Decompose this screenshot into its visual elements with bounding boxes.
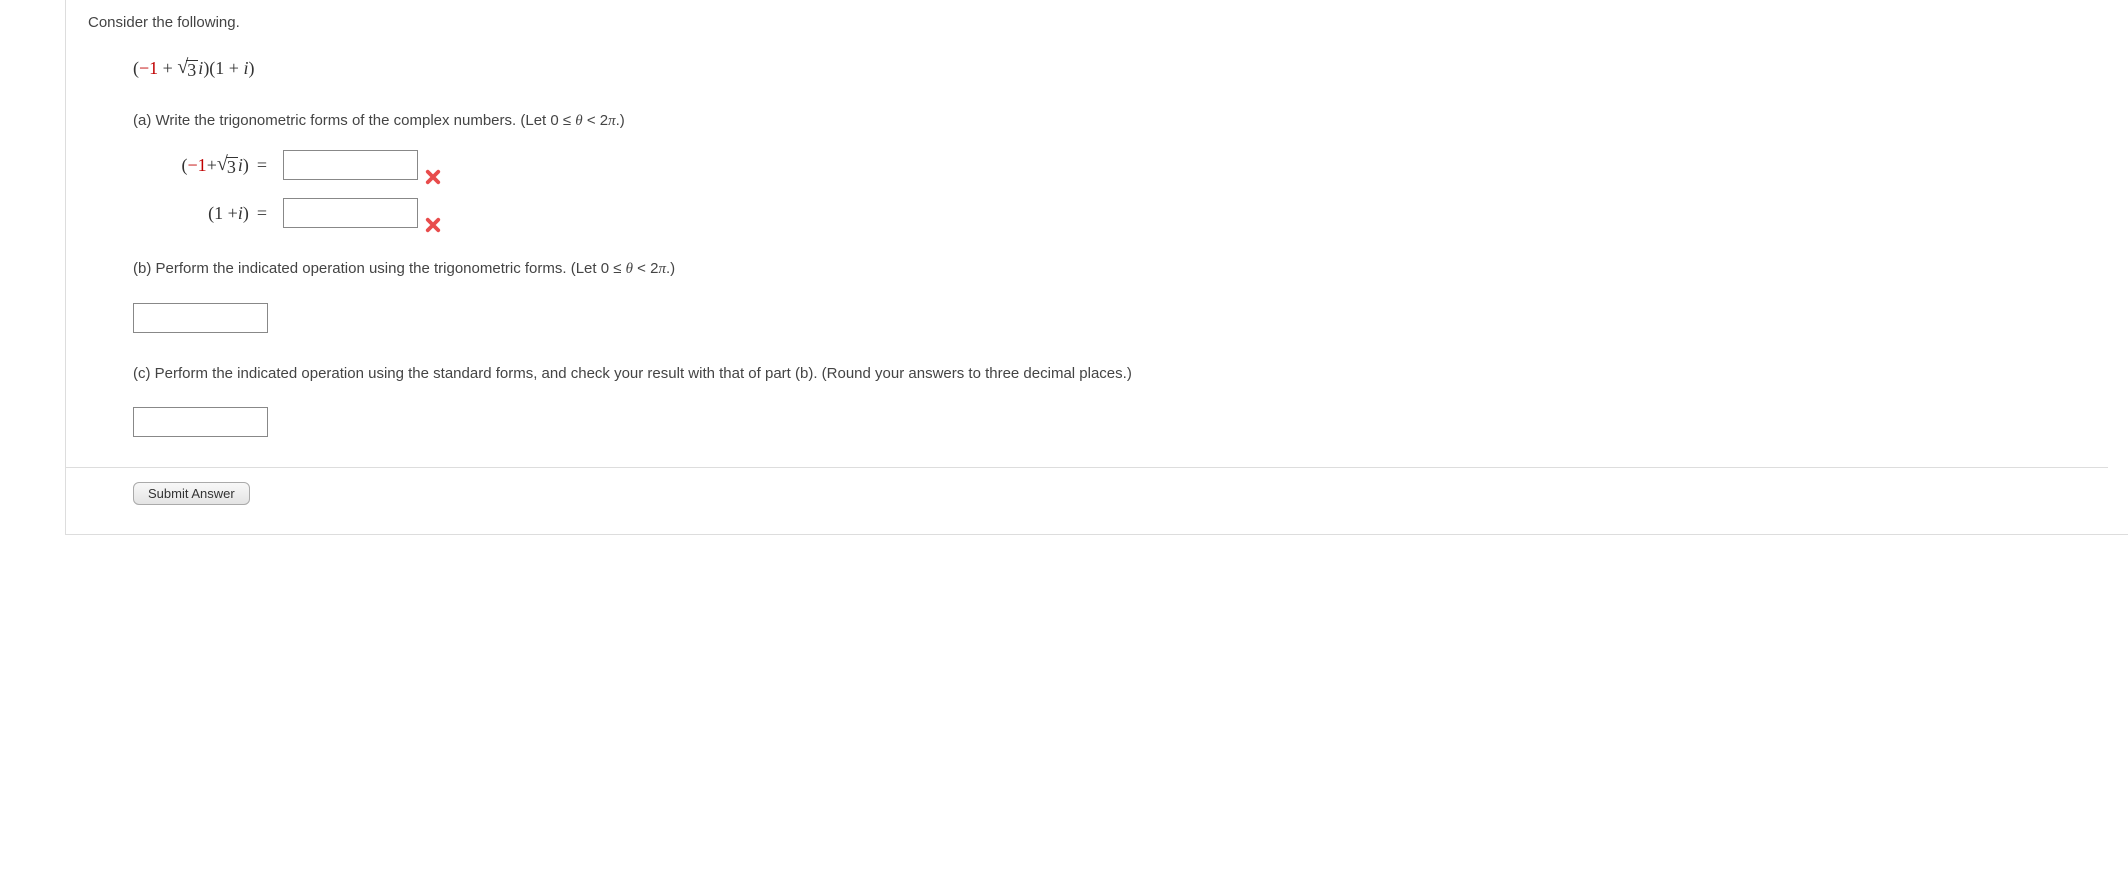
part-a-row-2: (1 + i) =	[133, 198, 2108, 228]
sqrt-icon: √3	[177, 58, 198, 79]
part-c: (c) Perform the indicated operation usin…	[133, 363, 2108, 438]
submit-answer-button[interactable]: Submit Answer	[133, 482, 250, 505]
main-expression: (−1 + √3i)(1 + i)	[133, 55, 2108, 82]
expr-plus: +	[158, 58, 177, 78]
part-b-input[interactable]	[133, 303, 268, 333]
part-a-input-1[interactable]	[283, 150, 418, 180]
part-b: (b) Perform the indicated operation usin…	[133, 258, 2108, 333]
part-a-input-2[interactable]	[283, 198, 418, 228]
part-b-prompt: (b) Perform the indicated operation usin…	[133, 258, 2108, 281]
part-a-prompt: (a) Write the trigonometric forms of the…	[133, 110, 2108, 133]
question-container: Consider the following. (−1 + √3i)(1 + i…	[65, 0, 2128, 535]
part-c-input[interactable]	[133, 407, 268, 437]
part-a-row2-label: (1 + i) =	[133, 200, 273, 227]
question-body: Consider the following. (−1 + √3i)(1 + i…	[78, 12, 2108, 534]
part-c-prompt: (c) Perform the indicated operation usin…	[133, 363, 2108, 386]
expr-mid: )(1 +	[203, 58, 243, 78]
sqrt-icon: √3	[217, 155, 238, 176]
part-a-row1-label: (−1 + √3i) =	[133, 152, 273, 179]
intro-text: Consider the following.	[88, 12, 2108, 35]
part-a: (a) Write the trigonometric forms of the…	[133, 110, 2108, 229]
part-a-row-1: (−1 + √3i) =	[133, 150, 2108, 180]
expr-neg1: −1	[139, 58, 158, 78]
wrong-icon	[424, 168, 442, 186]
expr-close: )	[248, 58, 254, 78]
wrong-icon	[424, 216, 442, 234]
submit-bar: Submit Answer	[66, 467, 2108, 524]
